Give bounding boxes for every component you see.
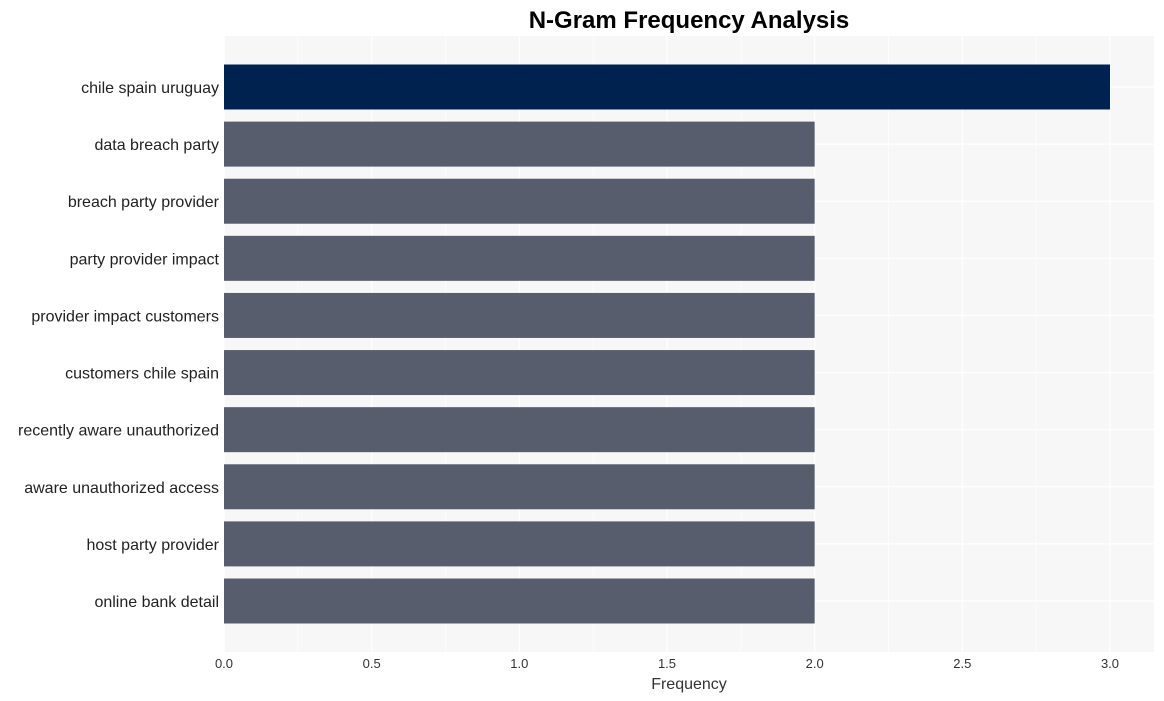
y-axis-labels: chile spain uruguay data breach party brea…: [18, 80, 220, 611]
bar: [224, 292, 815, 338]
x-tick-label: 0.5: [363, 656, 381, 671]
y-tick-label: provider impact customers: [31, 308, 219, 325]
bar: [224, 578, 815, 624]
bar: [224, 350, 815, 396]
bar: [224, 121, 815, 167]
bar: [224, 407, 815, 453]
y-tick-label: host party provider: [86, 537, 219, 554]
bar: [224, 521, 815, 567]
x-tick-label: 3.0: [1101, 656, 1119, 671]
bar: [224, 64, 1110, 110]
y-tick-label: online bank detail: [94, 594, 219, 611]
x-axis-label: Frequency: [651, 676, 727, 693]
y-tick-label: data breach party: [94, 137, 219, 154]
x-tick-label: 1.0: [510, 656, 528, 671]
y-tick-label: recently aware unauthorized: [18, 423, 219, 440]
y-tick-label: breach party provider: [68, 194, 220, 211]
ngram-chart: chile spain uruguay data breach party brea…: [18, 7, 1154, 693]
x-tick-label: 1.5: [658, 656, 676, 671]
y-tick-label: customers chile spain: [65, 366, 219, 383]
x-tick-label: 0.0: [215, 656, 233, 671]
bar: [224, 464, 815, 510]
x-axis-ticks: 0.0 0.5 1.0 1.5 2.0 2.5 3.0: [215, 656, 1119, 671]
y-tick-label: chile spain uruguay: [81, 80, 219, 97]
y-tick-label: party provider impact: [70, 251, 220, 268]
chart-title: N-Gram Frequency Analysis: [529, 7, 850, 34]
x-tick-label: 2.5: [953, 656, 971, 671]
x-tick-label: 2.0: [806, 656, 824, 671]
y-tick-label: aware unauthorized access: [24, 480, 219, 497]
bar: [224, 178, 815, 224]
bar: [224, 235, 815, 281]
